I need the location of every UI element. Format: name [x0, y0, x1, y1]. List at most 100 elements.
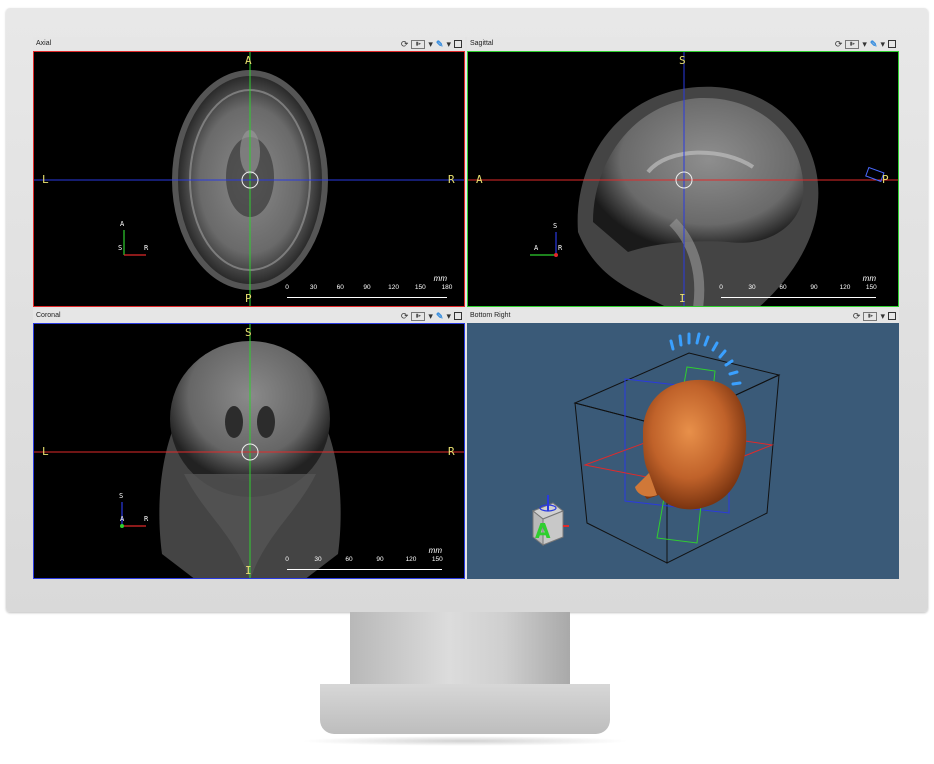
dropdown-icon[interactable]: ▾	[880, 310, 885, 322]
3d-render	[532, 332, 781, 564]
layout-icon[interactable]: ▮▸	[411, 311, 426, 321]
maximize-icon[interactable]	[454, 40, 462, 48]
dropdown-icon[interactable]: ▾	[428, 310, 433, 322]
scale-label: 180	[441, 284, 453, 291]
orient-bottom: P	[245, 292, 252, 305]
scale-unit: mm	[862, 274, 876, 283]
3d-view: Bottom Right ⟳ ▮▸ ▾ A	[467, 309, 899, 579]
reset-icon[interactable]: ⟳	[835, 38, 843, 50]
app-screen: Axial ⟳ ▮▸ ▾ ✎ ▾ A P L R A S R mm 0 30 6…	[33, 37, 899, 579]
orient-left: L	[42, 445, 49, 458]
scale-label: 120	[388, 284, 399, 291]
orient-top: A	[245, 54, 252, 67]
scale-label: 0	[285, 556, 289, 563]
scale-label: 60	[345, 556, 353, 563]
orient-bottom: I	[245, 564, 252, 577]
scale-label: 60	[336, 284, 344, 291]
view-titlebar: Coronal ⟳ ▮▸ ▾ ✎ ▾	[33, 309, 465, 323]
3d-viewport[interactable]: A	[467, 323, 899, 579]
scale-bar: mm 0 30 60 90 120 150	[285, 546, 443, 572]
sagittal-image	[468, 52, 898, 306]
orient-bottom: I	[679, 292, 686, 305]
triad-label-left: A	[534, 244, 539, 252]
axial-viewport[interactable]: A P L R A S R mm 0 30 60 90 120 150 180	[33, 51, 465, 307]
triad-label-up: S	[553, 222, 558, 230]
scale-ruler	[287, 565, 442, 570]
pencil-icon[interactable]: ✎	[436, 38, 444, 50]
maximize-icon[interactable]	[888, 312, 896, 320]
coronal-view: Coronal ⟳ ▮▸ ▾ ✎ ▾ S I L R S A R mm 0 30…	[33, 309, 465, 579]
monitor-stand-base	[320, 684, 610, 734]
coronal-image	[34, 324, 464, 578]
scale-unit: mm	[428, 546, 442, 555]
reset-icon[interactable]: ⟳	[853, 310, 861, 322]
view-toolbar: ⟳ ▮▸ ▾ ✎ ▾	[401, 310, 462, 322]
view-title: Bottom Right	[470, 312, 511, 319]
orient-left: L	[42, 173, 49, 186]
scale-bar: mm 0 30 60 90 120 150	[719, 274, 877, 300]
view-toolbar: ⟳ ▮▸ ▾ ✎ ▾	[401, 38, 462, 50]
scale-unit: mm	[433, 274, 447, 283]
scale-label: 90	[376, 556, 384, 563]
monitor-stand-neck	[350, 612, 570, 688]
pencil-icon[interactable]: ✎	[870, 38, 878, 50]
view-titlebar: Axial ⟳ ▮▸ ▾ ✎ ▾	[33, 37, 465, 51]
triad-label-right: R	[144, 244, 149, 252]
dropdown-icon[interactable]: ▾	[880, 38, 885, 50]
scale-label: 30	[748, 284, 756, 291]
maximize-icon[interactable]	[454, 312, 462, 320]
layout-icon[interactable]: ▮▸	[845, 39, 860, 49]
scale-label: 0	[719, 284, 723, 291]
scale-label: 150	[431, 556, 443, 563]
view-toolbar: ⟳ ▮▸ ▾	[853, 310, 896, 322]
scale-label: 30	[314, 556, 322, 563]
layout-icon[interactable]: ▮▸	[411, 39, 426, 49]
axial-image	[34, 52, 464, 306]
dropdown-icon[interactable]: ▾	[862, 38, 867, 50]
orient-left: A	[476, 173, 483, 186]
scale-label: 0	[285, 284, 289, 291]
pencil-icon[interactable]: ✎	[436, 310, 444, 322]
axial-view: Axial ⟳ ▮▸ ▾ ✎ ▾ A P L R A S R mm 0 30 6…	[33, 37, 465, 307]
cube-face-label: A	[535, 519, 551, 543]
sagittal-view: Sagittal ⟳ ▮▸ ▾ ✎ ▾ S I A P S A R mm 0 3…	[467, 37, 899, 307]
scale-label: 60	[779, 284, 787, 291]
triad-label-up: S	[119, 492, 124, 500]
view-titlebar: Bottom Right ⟳ ▮▸ ▾	[467, 309, 899, 323]
sagittal-viewport[interactable]: S I A P S A R mm 0 30 60 90 120 150	[467, 51, 899, 307]
triad-label-up: A	[120, 220, 125, 228]
triad-label-center: R	[558, 244, 563, 252]
scale-ruler	[721, 293, 876, 298]
view-titlebar: Sagittal ⟳ ▮▸ ▾ ✎ ▾	[467, 37, 899, 51]
dropdown-icon[interactable]: ▾	[446, 38, 451, 50]
orient-right: P	[882, 173, 889, 186]
layout-icon[interactable]: ▮▸	[863, 311, 878, 321]
triad-label-center: S	[118, 244, 123, 252]
orient-top: S	[679, 54, 686, 67]
view-title: Coronal	[36, 312, 61, 319]
scale-label: 120	[839, 284, 851, 291]
monitor-shadow	[300, 736, 630, 746]
reset-icon[interactable]: ⟳	[401, 38, 409, 50]
scale-label: 120	[405, 556, 417, 563]
orient-top: S	[245, 326, 252, 339]
orient-right: R	[448, 173, 455, 186]
dropdown-icon[interactable]: ▾	[446, 310, 451, 322]
rotation-handle-icon	[669, 332, 742, 386]
triad-label-right: R	[144, 515, 149, 523]
reset-icon[interactable]: ⟳	[401, 310, 409, 322]
maximize-icon[interactable]	[888, 40, 896, 48]
view-toolbar: ⟳ ▮▸ ▾ ✎ ▾	[835, 38, 896, 50]
view-title: Sagittal	[470, 40, 494, 47]
scale-label: 150	[865, 284, 877, 291]
scale-label: 30	[309, 284, 318, 291]
triad-label-center: A	[120, 515, 125, 523]
dropdown-icon[interactable]: ▾	[428, 38, 433, 50]
coronal-viewport[interactable]: S I L R S A R mm 0 30 60 90 120 150	[33, 323, 465, 579]
scale-label: 90	[810, 284, 818, 291]
orient-right: R	[448, 445, 455, 458]
scale-label: 150	[414, 284, 426, 291]
scale-ruler	[287, 293, 447, 298]
scale-label: 90	[363, 284, 371, 291]
view-title: Axial	[36, 40, 52, 47]
